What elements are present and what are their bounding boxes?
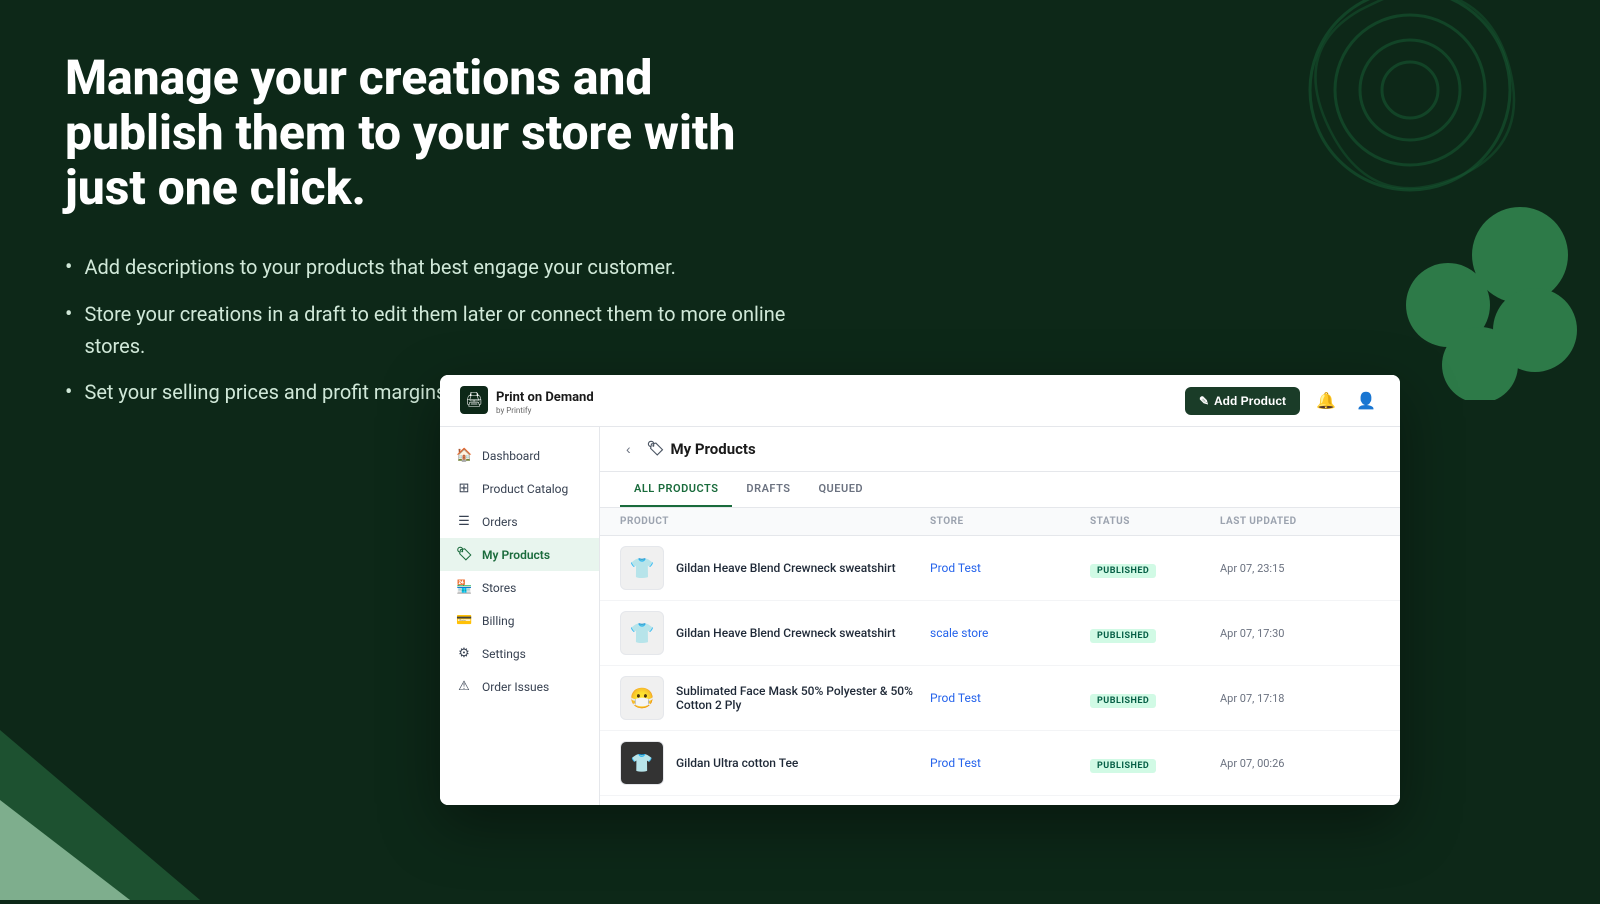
sidebar-label-stores: Stores <box>482 581 516 595</box>
tab-all-products[interactable]: All Products <box>620 472 732 507</box>
table-header: Product Store Status Last Updated <box>600 508 1400 536</box>
my-products-page-icon: 🏷 <box>647 441 665 457</box>
status-cell-1: PUBLISHED <box>1090 558 1220 578</box>
page-title: 🏷 My Products <box>647 440 756 458</box>
status-cell-4: PUBLISHED <box>1090 753 1220 773</box>
dashboard-icon: 🏠 <box>456 448 472 463</box>
logo-text-block: Print on Demand by Printify <box>496 386 594 414</box>
col-store: Store <box>930 516 1090 527</box>
product-cell-2: 👕 Gildan Heave Blend Crewneck sweatshirt <box>620 611 930 655</box>
col-status: Status <box>1090 516 1220 527</box>
product-thumb-4: 👕 <box>620 741 664 785</box>
status-badge-3: PUBLISHED <box>1090 694 1156 708</box>
table-row[interactable]: 👕 Gildan Heave Blend Crewneck sweatshirt… <box>600 536 1400 601</box>
add-product-button[interactable]: ✎ Add Product <box>1185 387 1300 415</box>
tab-drafts[interactable]: Drafts <box>732 472 804 507</box>
product-name-1: Gildan Heave Blend Crewneck sweatshirt <box>676 561 896 575</box>
circles-decoration <box>1380 200 1580 400</box>
updated-1: Apr 07, 23:15 <box>1220 562 1380 575</box>
dashboard-body: 🏠 Dashboard ⊞ Product Catalog ☰ Orders 🏷… <box>440 427 1400 805</box>
dashboard-preview: 🖨 Print on Demand by Printify ✎ Add Prod… <box>440 375 1400 805</box>
sidebar-item-catalog[interactable]: ⊞ Product Catalog <box>440 472 599 505</box>
orders-icon: ☰ <box>456 514 472 529</box>
sidebar: 🏠 Dashboard ⊞ Product Catalog ☰ Orders 🏷… <box>440 427 600 805</box>
triangle-decoration <box>0 700 200 900</box>
product-name-4: Gildan Ultra cotton Tee <box>676 756 798 770</box>
hero-title: Manage your creations and publish them t… <box>65 50 815 216</box>
logo-sub-text: by Printify <box>496 406 594 415</box>
table-row[interactable]: 😷 Sublimated Face Mask 50% Polyester & 5… <box>600 666 1400 731</box>
sidebar-label-billing: Billing <box>482 614 515 628</box>
updated-2: Apr 07, 17:30 <box>1220 627 1380 640</box>
sidebar-label-catalog: Product Catalog <box>482 482 568 496</box>
user-button[interactable]: 👤 <box>1352 387 1380 415</box>
catalog-icon: ⊞ <box>456 481 472 496</box>
status-cell-2: PUBLISHED <box>1090 623 1220 643</box>
col-updated: Last Updated <box>1220 516 1380 527</box>
status-cell-3: PUBLISHED <box>1090 688 1220 708</box>
add-product-label: Add Product <box>1214 394 1286 408</box>
updated-3: Apr 07, 17:18 <box>1220 692 1380 705</box>
sidebar-item-order-issues[interactable]: ⚠ Order Issues <box>440 670 599 703</box>
sidebar-item-orders[interactable]: ☰ Orders <box>440 505 599 538</box>
billing-icon: 💳 <box>456 613 472 628</box>
product-name-2: Gildan Heave Blend Crewneck sweatshirt <box>676 626 896 640</box>
sidebar-label-dashboard: Dashboard <box>482 449 540 463</box>
hero-content: Manage your creations and publish them t… <box>65 50 815 423</box>
back-button[interactable]: ‹ <box>620 439 637 459</box>
store-link-3[interactable]: Prod Test <box>930 691 1090 705</box>
bullet-2: Store your creations in a draft to edit … <box>65 298 815 362</box>
bullet-1: Add descriptions to your products that b… <box>65 251 815 284</box>
product-name-3: Sublimated Face Mask 50% Polyester & 50%… <box>676 684 930 712</box>
col-product: Product <box>620 516 930 527</box>
main-content: ‹ 🏷 My Products All Products Drafts Queu… <box>600 427 1400 805</box>
sidebar-item-my-products[interactable]: 🏷 My Products <box>440 538 599 571</box>
table-row[interactable]: 👕 Gildan Heave Blend Crewneck sweatshirt… <box>600 601 1400 666</box>
tab-queued[interactable]: Queued <box>804 472 877 507</box>
status-badge-4: PUBLISHED <box>1090 759 1156 773</box>
notification-button[interactable]: 🔔 <box>1312 387 1340 415</box>
sidebar-label-my-products: My Products <box>482 548 550 562</box>
sidebar-label-orders: Orders <box>482 515 518 529</box>
tabs-bar: All Products Drafts Queued <box>600 472 1400 508</box>
page-title-text: My Products <box>670 440 755 458</box>
settings-icon: ⚙ <box>456 646 472 661</box>
page-header: ‹ 🏷 My Products <box>600 427 1400 472</box>
dashboard-header: 🖨 Print on Demand by Printify ✎ Add Prod… <box>440 375 1400 427</box>
product-thumb-1: 👕 <box>620 546 664 590</box>
add-icon: ✎ <box>1199 394 1209 408</box>
sidebar-item-billing[interactable]: 💳 Billing <box>440 604 599 637</box>
sidebar-label-settings: Settings <box>482 647 526 661</box>
product-thumb-3: 😷 <box>620 676 664 720</box>
header-right: ✎ Add Product 🔔 👤 <box>1185 387 1380 415</box>
store-link-1[interactable]: Prod Test <box>930 561 1090 575</box>
product-thumb-2: 👕 <box>620 611 664 655</box>
table-row[interactable]: 👕 Gildan Ultra cotton Tee Prod Test PUBL… <box>600 731 1400 796</box>
my-products-icon: 🏷 <box>456 547 472 562</box>
store-link-4[interactable]: Prod Test <box>930 756 1090 770</box>
spiral-decoration <box>1300 0 1520 200</box>
stores-icon: 🏪 <box>456 580 472 595</box>
store-link-2[interactable]: scale store <box>930 626 1090 640</box>
sidebar-item-dashboard[interactable]: 🏠 Dashboard <box>440 439 599 472</box>
sidebar-item-settings[interactable]: ⚙ Settings <box>440 637 599 670</box>
logo-icon: 🖨 <box>460 386 488 414</box>
product-cell-3: 😷 Sublimated Face Mask 50% Polyester & 5… <box>620 676 930 720</box>
sidebar-item-stores[interactable]: 🏪 Stores <box>440 571 599 604</box>
status-badge-1: PUBLISHED <box>1090 564 1156 578</box>
status-badge-2: PUBLISHED <box>1090 629 1156 643</box>
products-table: Product Store Status Last Updated 👕 Gild… <box>600 508 1400 805</box>
sidebar-label-order-issues: Order Issues <box>482 680 549 694</box>
product-cell-4: 👕 Gildan Ultra cotton Tee <box>620 741 930 785</box>
product-cell-1: 👕 Gildan Heave Blend Crewneck sweatshirt <box>620 546 930 590</box>
updated-4: Apr 07, 00:26 <box>1220 757 1380 770</box>
logo-main-text: Print on Demand <box>496 390 594 405</box>
order-issues-icon: ⚠ <box>456 679 472 694</box>
dashboard-logo: 🖨 Print on Demand by Printify <box>460 386 594 414</box>
